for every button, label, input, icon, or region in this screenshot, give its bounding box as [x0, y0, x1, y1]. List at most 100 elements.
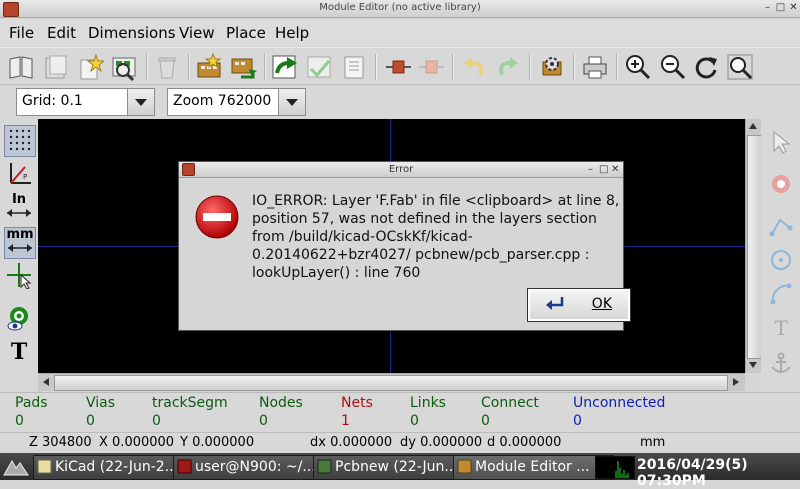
task-pcbnew[interactable]: Pcbnew (22-Jun...: [313, 455, 474, 480]
grid-dropdown-icon[interactable]: [127, 88, 155, 116]
scroll-right-icon[interactable]: [730, 376, 742, 388]
task-kicad[interactable]: KiCad (22-Jun-2...: [33, 455, 194, 480]
window-titlebar: Module Editor (no active library) – □ ✕: [0, 0, 800, 18]
add-text-icon[interactable]: T: [768, 316, 794, 342]
zoom-readout: Z 304800: [29, 435, 92, 450]
module-properties-icon[interactable]: [340, 53, 368, 81]
error-stop-icon: [194, 194, 240, 240]
menu-file[interactable]: File: [9, 24, 34, 42]
menu-edit[interactable]: Edit: [47, 24, 76, 42]
task-module-editor[interactable]: Module Editor ...: [453, 455, 614, 480]
load-module-icon[interactable]: [110, 53, 138, 82]
task-terminal-label: user@N900: ~/...: [195, 459, 316, 475]
print-icon[interactable]: [581, 53, 609, 81]
menu-help[interactable]: Help: [275, 24, 309, 42]
dialog-title: Error: [388, 164, 414, 175]
dialog-maximize-icon[interactable]: □: [599, 162, 608, 177]
task-terminal[interactable]: user@N900: ~/...: [173, 455, 334, 480]
grid-select[interactable]: Grid: 0.1: [16, 88, 135, 116]
ok-button[interactable]: OK: [527, 288, 631, 322]
left-toolbar: P In mm T: [0, 119, 38, 391]
menu-dimensions[interactable]: Dimensions: [88, 24, 176, 42]
new-module-star-icon[interactable]: [195, 52, 223, 81]
error-dialog: Error – □ ✕ IO_ERROR: Layer 'F.Fab' in f…: [178, 161, 631, 331]
module-wizard-icon[interactable]: [229, 53, 257, 81]
status-vias-value: 0: [86, 413, 95, 429]
scroll-up-icon[interactable]: [747, 120, 759, 132]
taskbar-clock: 2016/04/29(5) 07:30PM: [637, 457, 748, 489]
status-tracksegm-label: trackSegm: [152, 395, 228, 411]
status-nodes-label: Nodes: [259, 395, 303, 411]
vertical-scroll-thumb[interactable]: [747, 135, 762, 359]
undo-icon[interactable]: [460, 53, 488, 81]
module-editor-task-icon: [457, 459, 472, 474]
pad-disabled-icon[interactable]: [417, 53, 445, 81]
horizontal-scroll-thumb[interactable]: [54, 375, 728, 391]
select-library-icon[interactable]: [7, 53, 35, 81]
redo-icon[interactable]: [494, 53, 522, 81]
menu-bar: File Edit Dimensions View Place Help: [0, 19, 800, 46]
status-pads-value: 0: [15, 413, 24, 429]
start-menu-icon[interactable]: [2, 455, 30, 478]
vertical-scrollbar[interactable]: [745, 119, 762, 373]
text-display-icon[interactable]: T: [4, 339, 34, 369]
anchor-icon[interactable]: [768, 351, 794, 377]
zoom-dropdown-icon[interactable]: [278, 88, 306, 116]
grid-display-icon[interactable]: [4, 125, 36, 157]
dialog-minimize-icon[interactable]: –: [588, 162, 593, 177]
error-message: IO_ERROR: Layer 'F.Fab' in file <clipboa…: [252, 193, 620, 281]
d-readout: d 0.000000: [487, 435, 562, 450]
task-kicad-label: KiCad (22-Jun-2...: [55, 459, 179, 475]
dx-readout: dx 0.000000: [310, 435, 393, 450]
add-line-icon[interactable]: [768, 214, 794, 240]
taskbar: KiCad (22-Jun-2... user@N900: ~/... Pcbn…: [0, 453, 800, 489]
preferences-icon[interactable]: [538, 53, 566, 81]
scroll-down-icon[interactable]: [747, 359, 759, 371]
add-circle-icon[interactable]: [768, 247, 794, 273]
zoom-fit-icon[interactable]: [726, 53, 754, 81]
mm-units-icon[interactable]: mm: [4, 227, 36, 259]
zoom-out-icon[interactable]: [659, 53, 687, 81]
polar-coords-icon[interactable]: P: [4, 159, 34, 189]
dy-readout: dy 0.000000: [400, 435, 483, 450]
enter-arrow-icon: [546, 297, 564, 310]
close-icon[interactable]: ✕: [788, 2, 799, 14]
scroll-left-icon[interactable]: [40, 376, 52, 388]
task-pcbnew-label: Pcbnew (22-Jun...: [335, 459, 458, 475]
inch-units-icon[interactable]: In: [4, 193, 34, 223]
zoom-in-icon[interactable]: [624, 53, 652, 81]
status-connect-value: 0: [481, 413, 490, 429]
new-module-icon[interactable]: [76, 53, 106, 81]
menu-place[interactable]: Place: [226, 24, 266, 42]
add-arc-icon[interactable]: [768, 281, 794, 307]
update-board-icon[interactable]: [305, 53, 333, 81]
status-tracksegm-value: 0: [152, 413, 161, 429]
menu-view[interactable]: View: [179, 24, 215, 42]
minimize-icon[interactable]: –: [762, 2, 773, 14]
terminal-task-icon: [177, 459, 192, 474]
pad-settings-icon[interactable]: [384, 53, 412, 81]
status-unconnected-value: 0: [573, 413, 582, 429]
status-pads-label: Pads: [15, 395, 48, 411]
horizontal-scrollbar[interactable]: [38, 373, 745, 391]
cursor-shape-icon[interactable]: [4, 261, 34, 291]
coordinates-bar: Z 304800 X 0.000000 Y 0.000000 dx 0.0000…: [0, 432, 800, 453]
delete-module-icon[interactable]: [153, 53, 181, 81]
status-nets-label: Nets: [341, 395, 373, 411]
save-library-icon[interactable]: [42, 53, 70, 81]
task-module-editor-label: Module Editor ...: [475, 459, 590, 475]
maximize-icon[interactable]: □: [775, 2, 786, 14]
select-arrow-icon[interactable]: [768, 129, 794, 155]
zoom-select[interactable]: Zoom 762000: [167, 88, 286, 116]
redraw-icon[interactable]: [692, 53, 720, 81]
mm-label: mm: [6, 227, 34, 242]
dialog-close-icon[interactable]: ✕: [611, 162, 619, 177]
status-panel: Pads 0 Vias 0 trackSegm 0 Nodes 0 Nets 1…: [0, 392, 800, 432]
status-unconnected-label: Unconnected: [573, 395, 666, 411]
kicad-task-icon: [37, 459, 52, 474]
add-pad-icon[interactable]: [768, 171, 794, 197]
right-toolbar: T: [761, 119, 800, 391]
svg-text:P: P: [23, 173, 27, 181]
load-from-board-icon[interactable]: [271, 53, 299, 81]
status-links-label: Links: [410, 395, 446, 411]
